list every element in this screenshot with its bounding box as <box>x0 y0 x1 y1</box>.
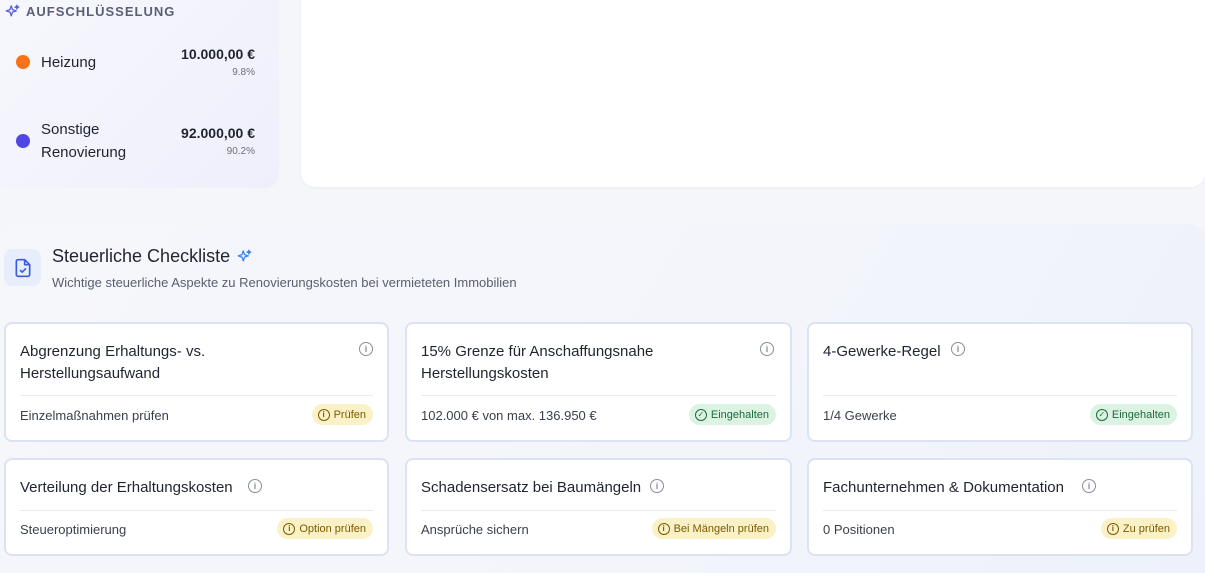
checklist-subtitle: Wichtige steuerliche Aspekte zu Renovier… <box>52 275 517 290</box>
divider <box>20 395 373 396</box>
card-meta: Ansprüche sichern <box>421 522 529 537</box>
info-circle-icon: i <box>1106 522 1119 535</box>
status-label: Zu prüfen <box>1122 522 1170 535</box>
color-dot <box>16 55 30 69</box>
status-label: Prüfen <box>333 408 366 421</box>
breakdown-header: AUFSCHLÜSSELUNG <box>5 4 175 19</box>
card-title: Fachunternehmen & Dokumentation <box>823 479 1064 496</box>
info-icon[interactable]: i <box>248 479 262 493</box>
divider <box>823 395 1177 396</box>
breakdown-item-percent: 90.2% <box>226 146 255 157</box>
info-icon[interactable]: i <box>951 342 965 356</box>
breakdown-item-heizung: Heizung 10.000,00 € 9.8% <box>16 46 255 78</box>
check-circle-icon: ✓ <box>1095 408 1108 421</box>
color-dot <box>16 134 30 148</box>
chart-panel <box>301 0 1205 187</box>
breakdown-item-label: Sonstige Renovierung <box>41 121 127 161</box>
status-badge: i Option prüfen <box>277 518 373 539</box>
checklist-card-verteilung[interactable]: Verteilung der Erhaltungskosten i Steuer… <box>4 458 389 556</box>
breakdown-item-percent: 9.8% <box>232 67 255 78</box>
checklist-card-fachunternehmen[interactable]: Fachunternehmen & Dokumentation i 0 Posi… <box>807 458 1193 556</box>
status-label: Option prüfen <box>299 522 366 535</box>
info-icon[interactable]: i <box>1082 479 1096 493</box>
breakdown-item-amount: 92.000,00 € <box>181 125 255 141</box>
info-circle-icon: i <box>283 522 296 535</box>
status-badge: ✓ Eingehalten <box>688 404 776 425</box>
divider <box>421 510 776 511</box>
breakdown-item-sonstige: Sonstige Renovierung 92.000,00 € 90.2% <box>16 118 255 164</box>
breakdown-item-label: Heizung <box>41 53 97 71</box>
card-title: Schadensersatz bei Baumängeln <box>421 479 642 496</box>
checklist-card-15-prozent[interactable]: 15% Grenze für Anschaffungsnahe Herstell… <box>405 322 792 442</box>
status-badge: i Prüfen <box>311 404 373 425</box>
tax-checklist-section: Steuerliche Checkliste Wichtige steuerli… <box>0 224 1205 573</box>
status-label: Eingehalten <box>1111 408 1170 421</box>
card-meta: 0 Positionen <box>823 522 895 537</box>
info-circle-icon: i <box>657 522 670 535</box>
breakdown-card: AUFSCHLÜSSELUNG Heizung 10.000,00 € 9.8%… <box>0 0 279 188</box>
info-icon[interactable]: i <box>760 342 774 356</box>
breakdown-title: AUFSCHLÜSSELUNG <box>26 4 176 19</box>
checklist-card-schadensersatz[interactable]: Schadensersatz bei Baumängeln i Ansprüch… <box>405 458 792 556</box>
checklist-card-abgrenzung[interactable]: Abgrenzung Erhaltungs- vs. Herstellungsa… <box>4 322 389 442</box>
checklist-title: Steuerliche Checkliste <box>52 246 231 266</box>
info-icon[interactable]: i <box>359 342 373 356</box>
card-title: Abgrenzung Erhaltungs- vs. Herstellungsa… <box>20 343 206 382</box>
status-label: Bei Mängeln prüfen <box>673 522 769 535</box>
card-title: 4-Gewerke-Regel <box>823 343 941 360</box>
sparkle-icon <box>5 4 20 19</box>
divider <box>823 510 1177 511</box>
info-circle-icon: i <box>317 408 330 421</box>
divider <box>20 510 373 511</box>
status-label: Eingehalten <box>710 408 769 421</box>
document-check-icon <box>4 249 41 286</box>
section-title: Steuerliche Checkliste <box>52 246 252 267</box>
checklist-card-4-gewerke[interactable]: 4-Gewerke-Regel i 1/4 Gewerke ✓ Eingehal… <box>807 322 1193 442</box>
card-meta: Einzelmaßnahmen prüfen <box>20 408 169 423</box>
sparkle-icon <box>237 249 252 264</box>
info-icon[interactable]: i <box>650 479 664 493</box>
status-badge: ✓ Eingehalten <box>1089 404 1177 425</box>
card-title: 15% Grenze für Anschaffungsnahe Herstell… <box>421 343 654 382</box>
card-title: Verteilung der Erhaltungskosten <box>20 479 233 496</box>
breakdown-item-amount: 10.000,00 € <box>181 46 255 62</box>
card-meta: Steueroptimierung <box>20 522 127 537</box>
card-meta: 102.000 € von max. 136.950 € <box>421 408 597 423</box>
check-circle-icon: ✓ <box>694 408 707 421</box>
status-badge: i Zu prüfen <box>1100 518 1177 539</box>
status-badge: i Bei Mängeln prüfen <box>651 518 776 539</box>
card-meta: 1/4 Gewerke <box>823 408 897 423</box>
divider <box>421 395 776 396</box>
